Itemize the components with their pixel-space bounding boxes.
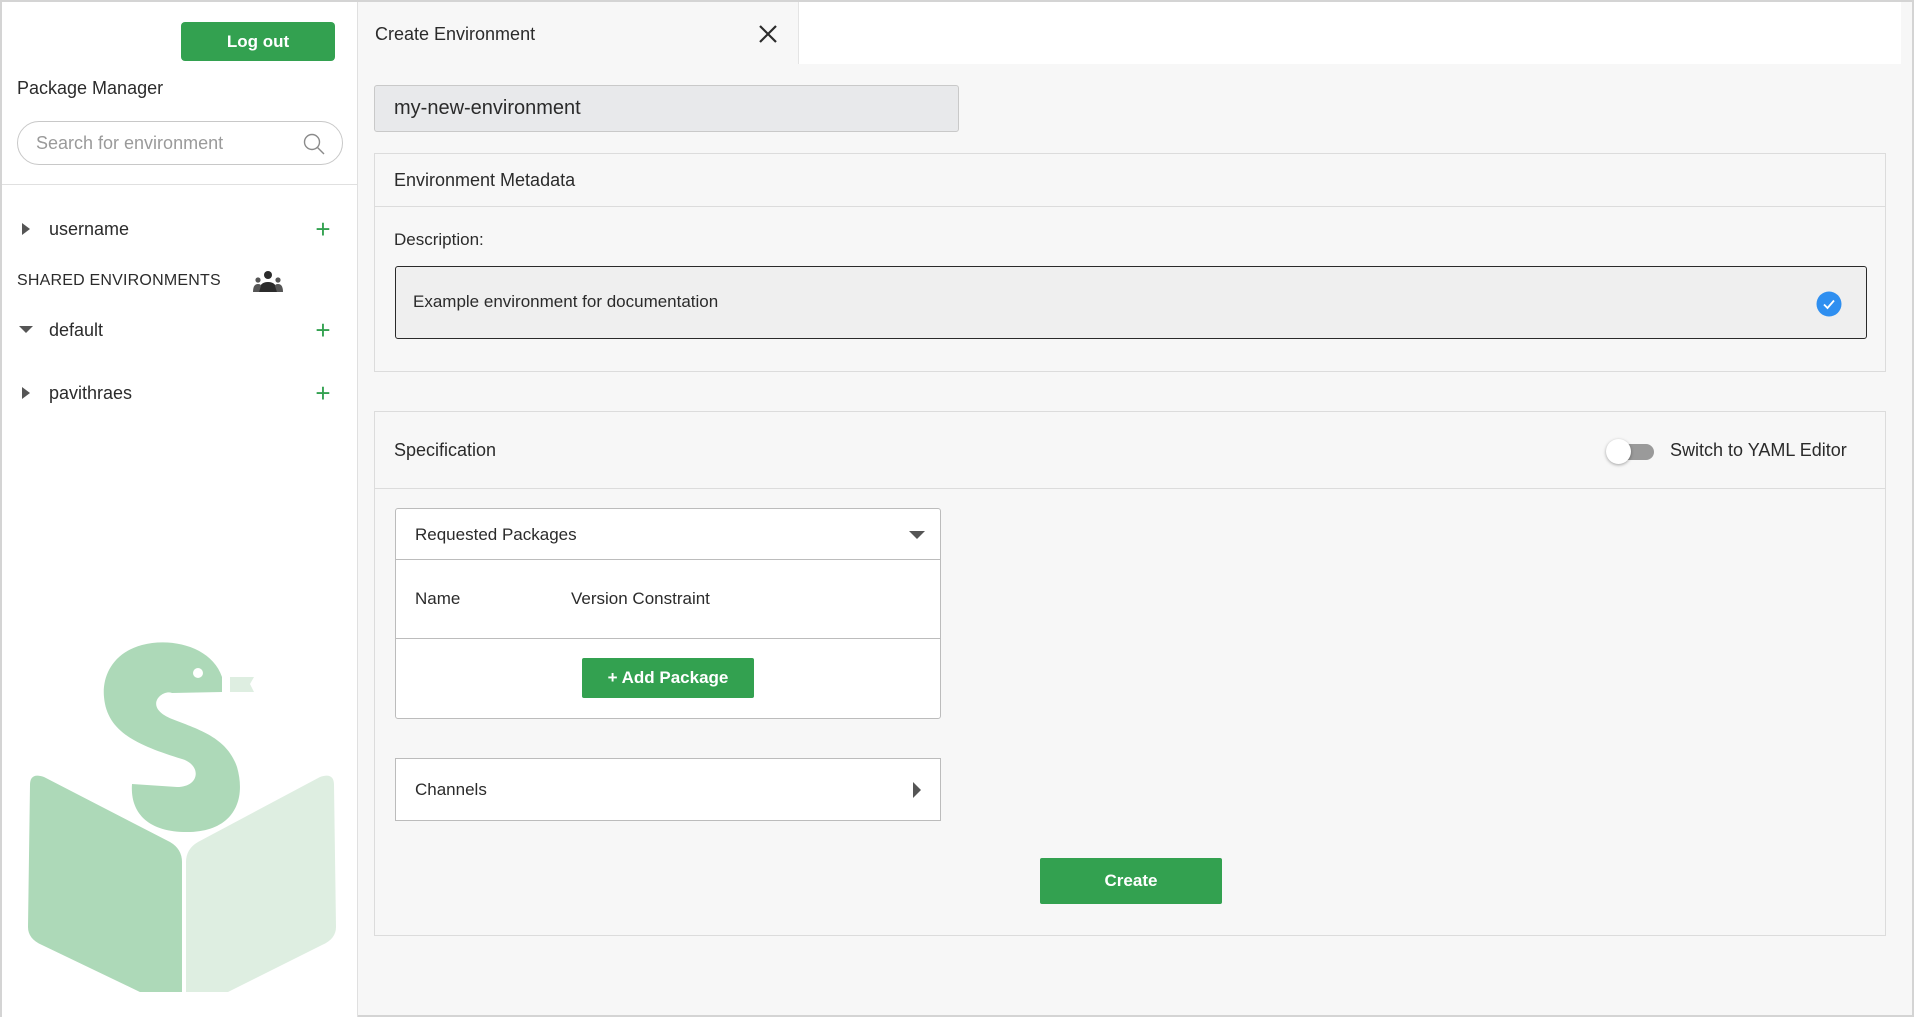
yaml-editor-toggle[interactable] — [1606, 439, 1656, 464]
search-icon[interactable] — [302, 132, 326, 156]
description-field[interactable]: Example environment for documentation — [395, 266, 1867, 339]
add-environment-icon[interactable]: + — [312, 216, 334, 242]
column-header-name: Name — [415, 589, 461, 608]
metadata-header: Environment Metadata — [375, 154, 1885, 207]
requested-packages-title: Requested Packages — [415, 525, 577, 544]
yaml-toggle-label: Switch to YAML Editor — [1670, 440, 1847, 460]
app-title: Package Manager — [17, 78, 164, 98]
check-circle-icon[interactable] — [1816, 291, 1842, 317]
conda-store-logo — [28, 642, 336, 992]
description-label: Description: — [394, 230, 484, 249]
add-package-button[interactable]: + Add Package — [582, 658, 754, 698]
namespace-username[interactable]: username + — [2, 214, 358, 244]
namespace-default[interactable]: default + — [2, 315, 358, 345]
caret-right-icon[interactable] — [19, 222, 33, 236]
caret-down-icon[interactable] — [909, 529, 925, 541]
search-input[interactable] — [36, 122, 286, 164]
requested-packages-header[interactable]: Requested Packages — [396, 509, 940, 560]
specification-panel: Specification Switch to YAML Editor Requ… — [374, 411, 1886, 936]
add-environment-icon[interactable]: + — [312, 317, 334, 343]
close-icon[interactable] — [756, 22, 780, 46]
add-environment-icon[interactable]: + — [312, 380, 334, 406]
caret-right-icon[interactable] — [19, 386, 33, 400]
create-button[interactable]: Create — [1040, 858, 1222, 904]
tab-strip — [799, 2, 1901, 64]
group-icon — [253, 271, 283, 292]
toggle-thumb[interactable] — [1606, 439, 1631, 464]
namespace-label[interactable]: default — [49, 320, 103, 341]
packages-table-header: Name Version Constraint — [396, 560, 940, 639]
namespace-pavithraes[interactable]: pavithraes + — [2, 378, 358, 408]
column-header-version: Version Constraint — [571, 589, 710, 608]
channels-title: Channels — [415, 780, 487, 799]
caret-down-icon[interactable] — [19, 323, 33, 337]
specification-header: Specification Switch to YAML Editor — [375, 412, 1885, 489]
metadata-title: Environment Metadata — [394, 170, 576, 190]
logout-button[interactable]: Log out — [181, 22, 335, 61]
channels-section[interactable]: Channels — [395, 758, 941, 821]
namespace-label[interactable]: username — [49, 219, 129, 240]
sidebar: Log out Package Manager username + SHARE… — [2, 2, 358, 1017]
search-box — [17, 121, 343, 165]
tab-create-environment[interactable]: Create Environment — [359, 2, 799, 64]
shared-environments-header: SHARED ENVIRONMENTS — [17, 272, 221, 289]
caret-right-icon[interactable] — [912, 781, 922, 799]
specification-title: Specification — [394, 440, 497, 460]
environment-name-input[interactable] — [374, 85, 959, 132]
requested-packages-section: Requested Packages Name Version Constrai… — [395, 508, 941, 719]
tab-title: Create Environment — [375, 24, 536, 44]
description-value[interactable]: Example environment for documentation — [413, 292, 718, 312]
namespace-label[interactable]: pavithraes — [49, 383, 132, 404]
environment-metadata-panel: Environment Metadata Description: Exampl… — [374, 153, 1886, 372]
sidebar-divider — [2, 184, 358, 185]
